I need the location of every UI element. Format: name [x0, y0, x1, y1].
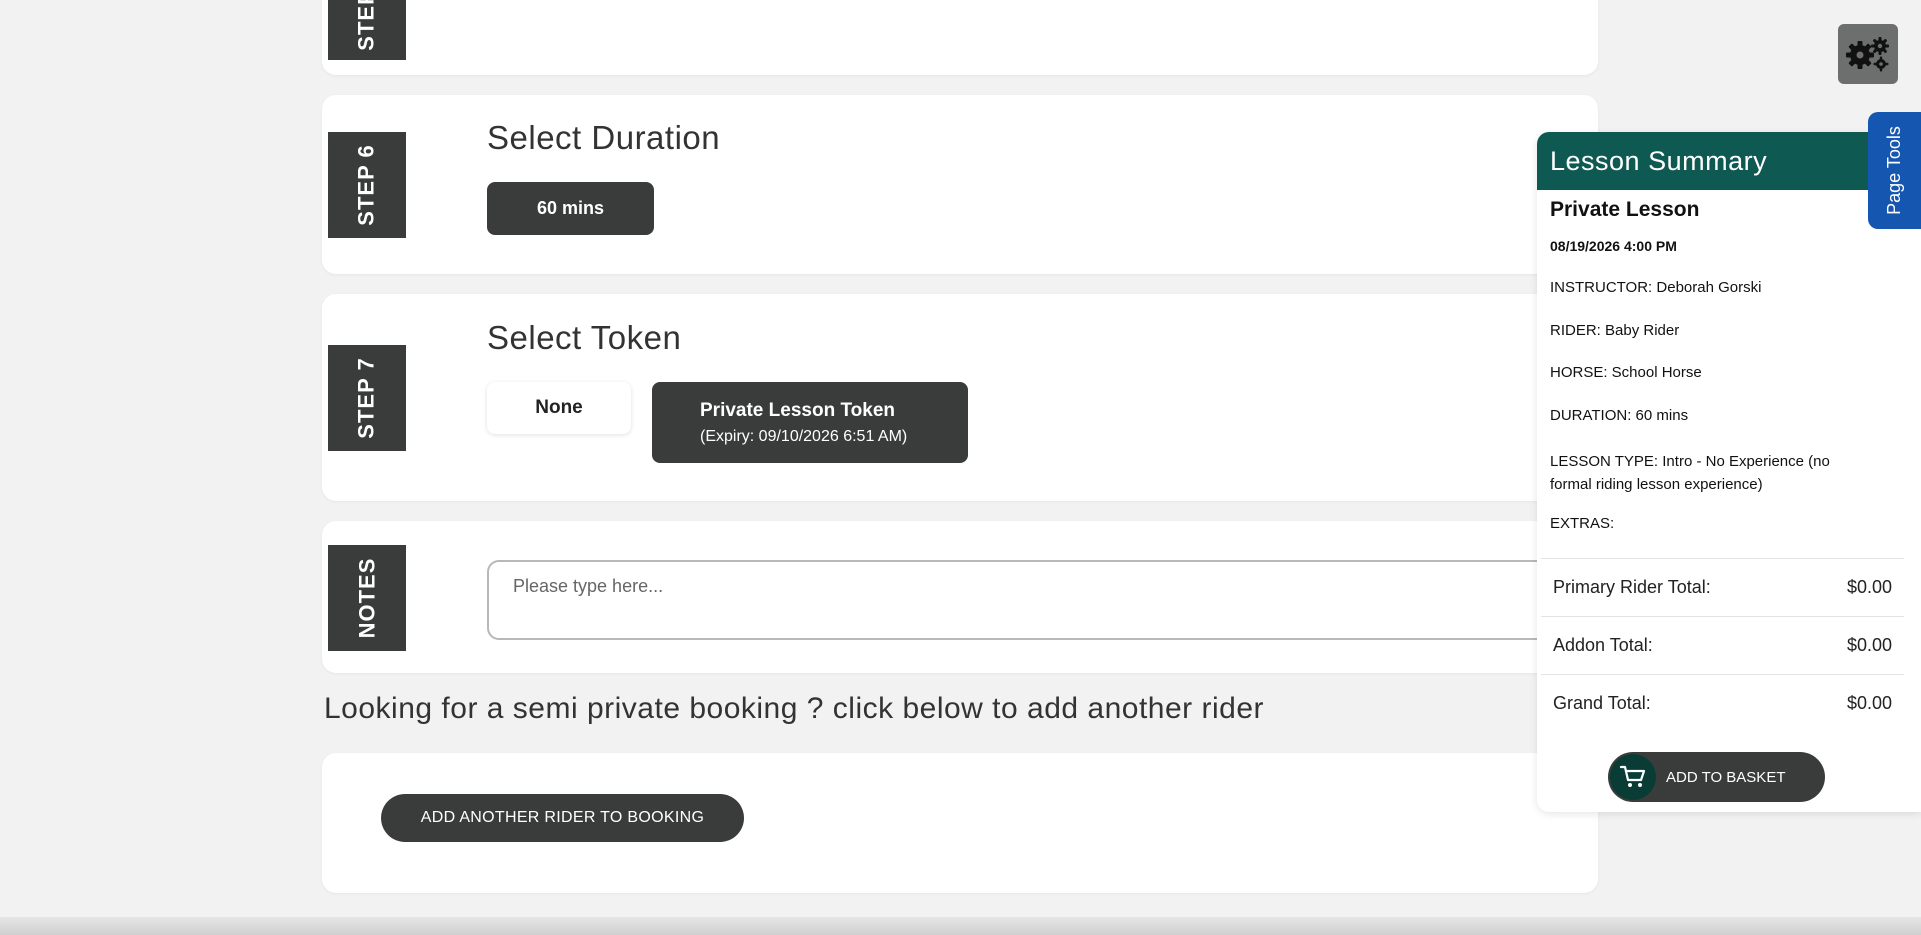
step-7-tab-label: STEP 7 [354, 357, 380, 439]
addon-total-value: $0.00 [1846, 635, 1892, 655]
gears-icon [1846, 37, 1889, 72]
notes-tab-label: NOTES [354, 557, 380, 639]
step-5-tab: STEP 5 [328, 0, 406, 60]
summary-horse: HORSE: School Horse [1550, 364, 1702, 381]
summary-datetime: 08/19/2026 4:00 PM [1550, 238, 1677, 254]
semi-private-prompt: Looking for a semi private booking ? cli… [324, 692, 1265, 725]
add-rider-card: ADD ANOTHER RIDER TO BOOKING [322, 753, 1598, 893]
notes-tab: NOTES [328, 545, 406, 651]
notes-input[interactable] [487, 560, 1627, 640]
page-tools-label: Page Tools [1884, 126, 1905, 215]
step-5-tab-label: STEP 5 [354, 0, 380, 51]
notes-card: NOTES [322, 521, 1627, 673]
summary-rider: RIDER: Baby Rider [1550, 322, 1680, 339]
primary-rider-total-row: Primary Rider Total: $0.00 [1541, 558, 1904, 616]
summary-lesson-name: Private Lesson [1550, 198, 1700, 221]
grand-total-label: Grand Total: [1553, 693, 1651, 713]
select-duration-title: Select Duration [487, 119, 721, 156]
token-expiry: (Expiry: 09/10/2026 6:51 AM) [700, 427, 908, 445]
cart-icon [1610, 754, 1656, 800]
add-to-basket-button[interactable]: ADD TO BASKET [1608, 752, 1825, 802]
add-to-basket-label: ADD TO BASKET [1666, 768, 1786, 786]
step-7-card: STEP 7 Select Token None Private Lesson … [322, 294, 1598, 501]
step-6-card: STEP 6 Select Duration 60 mins [322, 95, 1598, 274]
step-6-tab-label: STEP 6 [354, 144, 380, 226]
addon-total-label: Addon Total: [1553, 635, 1653, 655]
addon-total-row: Addon Total: $0.00 [1541, 616, 1904, 674]
grand-total-row: Grand Total: $0.00 [1541, 674, 1904, 732]
summary-duration: DURATION: 60 mins [1550, 407, 1689, 424]
settings-gear-button[interactable] [1838, 24, 1898, 84]
page-tools-tab[interactable]: Page Tools [1868, 112, 1921, 229]
private-lesson-token-button[interactable]: Private Lesson Token (Expiry: 09/10/2026… [652, 382, 968, 463]
summary-instructor: INSTRUCTOR: Deborah Gorski [1550, 279, 1762, 296]
summary-extras: EXTRAS: [1550, 515, 1615, 532]
step-7-tab: STEP 7 [328, 345, 406, 451]
step-6-tab: STEP 6 [328, 132, 406, 238]
token-name: Private Lesson Token [700, 399, 895, 421]
step-5-card: STEP 5 [322, 0, 1598, 75]
summary-lesson-type: LESSON TYPE: Intro - No Experience (no f… [1550, 453, 1830, 493]
lesson-summary-panel: Lesson Summary Private Lesson 08/19/2026… [1537, 132, 1921, 812]
grand-total-value: $0.00 [1846, 693, 1892, 713]
bottom-bar [0, 917, 1921, 935]
token-none-button[interactable]: None [487, 382, 631, 434]
lesson-summary-header: Lesson Summary [1537, 132, 1921, 190]
primary-rider-total-label: Primary Rider Total: [1553, 577, 1711, 597]
select-token-title: Select Token [487, 319, 682, 356]
primary-rider-total-value: $0.00 [1846, 577, 1892, 597]
duration-60-button[interactable]: 60 mins [487, 182, 654, 235]
add-another-rider-button[interactable]: ADD ANOTHER RIDER TO BOOKING [381, 794, 744, 842]
